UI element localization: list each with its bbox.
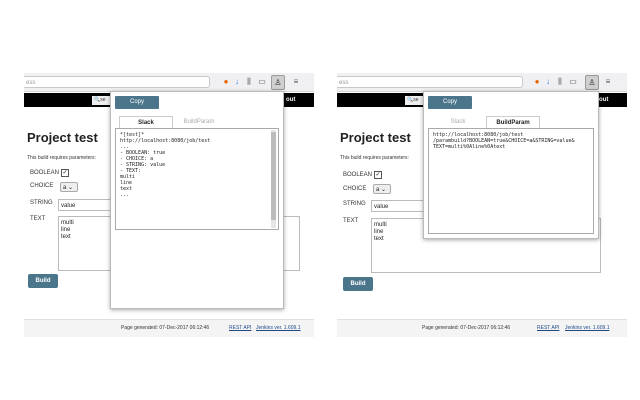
logout-link[interactable]: out [286,95,295,105]
chevron-down-icon: ⌄ [68,185,74,191]
library-icon[interactable]: ⫼ [555,77,565,87]
tab-slack[interactable]: Slack [432,116,484,128]
boolean-checkbox[interactable]: ✓ [374,171,382,179]
search-box[interactable]: 🔍se [92,96,112,105]
param-label-text: TEXT [343,218,359,224]
param-label-string: STRING [30,200,53,206]
params-description: This build requires parameters: [340,155,409,161]
tab-buildparam[interactable]: BuildParam [173,116,225,128]
firefox-icon[interactable]: ● [221,77,231,87]
build-button[interactable]: Build [28,274,58,288]
extension-icon[interactable]: ♙ [585,75,599,90]
jenkins-version-link[interactable]: Jenkins ver. 1.609.1 [565,325,609,331]
chevron-down-icon: ⌄ [381,187,387,193]
copy-button[interactable]: Copy [115,96,159,109]
download-icon[interactable]: ↓ [232,77,242,87]
menu-icon[interactable]: ≡ [291,77,301,87]
boolean-checkbox[interactable]: ✓ [61,169,69,177]
page-footer: Page generated: 07-Dec-2017 06:12:46 RES… [337,319,627,337]
url-preview[interactable]: http://localhost:8080/job/test /parambui… [428,128,594,234]
download-icon[interactable]: ↓ [543,77,553,87]
param-label-boolean: BOOLEAN [343,172,373,178]
firefox-icon[interactable]: ● [532,77,542,87]
param-label-boolean: BOOLEAN [30,170,60,176]
page-generated: Page generated: 07-Dec-2017 06:12:46 [422,325,511,331]
build-button[interactable]: Build [343,277,373,291]
page-generated: Page generated: 07-Dec-2017 06:12:46 [121,325,210,331]
string-input[interactable]: value [371,200,425,212]
extension-icon[interactable]: ♙ [271,75,285,90]
rest-api-link[interactable]: REST API [229,325,251,331]
choice-select[interactable]: a ⌄ [373,184,391,194]
url-bar[interactable]: ess [24,76,210,88]
copy-button[interactable]: Copy [428,96,472,109]
page-title: Project test [27,130,98,145]
page-footer: Page generated: 07-Dec-2017 06:12:46 RES… [24,319,314,337]
param-label-string: STRING [343,201,366,207]
screenshot-slack: ess ● ↓ ⫼ ▭ ♙ ≡ 🔍se out Project test Thi… [24,73,314,337]
menu-icon[interactable]: ≡ [603,77,613,87]
extension-popup: Copy Slack BuildParam http://localhost:8… [423,91,599,239]
jenkins-version-link[interactable]: Jenkins ver. 1.609.1 [256,325,300,331]
choice-select[interactable]: a ⌄ [60,182,78,192]
params-description: This build requires parameters: [27,155,96,161]
page-title: Project test [340,130,411,145]
sidebar-icon[interactable]: ▭ [568,77,578,87]
browser-toolbar: ess ● ↓ ⫼ ▭ ♙ ≡ [337,73,627,92]
sidebar-icon[interactable]: ▭ [257,77,267,87]
scrollbar[interactable] [271,130,276,228]
url-bar[interactable]: ess [337,76,523,88]
browser-toolbar: ess ● ↓ ⫼ ▭ ♙ ≡ [24,73,314,92]
param-label-choice: CHOICE [30,183,54,189]
scrollbar-thumb[interactable] [271,132,276,220]
extension-popup: Copy Slack BuildParam *[test]* http://lo… [110,91,284,309]
rest-api-link[interactable]: REST API [537,325,559,331]
param-label-choice: CHOICE [343,186,367,192]
string-input[interactable]: value [58,199,112,211]
search-box[interactable]: 🔍se [405,96,425,105]
param-label-text: TEXT [30,216,46,222]
message-preview[interactable]: *[test]* http://localhost:8080/job/test … [115,128,279,230]
library-icon[interactable]: ⫼ [244,77,254,87]
logout-link[interactable]: out [599,95,608,105]
screenshot-buildparam: ess ● ↓ ⫼ ▭ ♙ ≡ 🔍se out Project test Thi… [337,73,627,337]
